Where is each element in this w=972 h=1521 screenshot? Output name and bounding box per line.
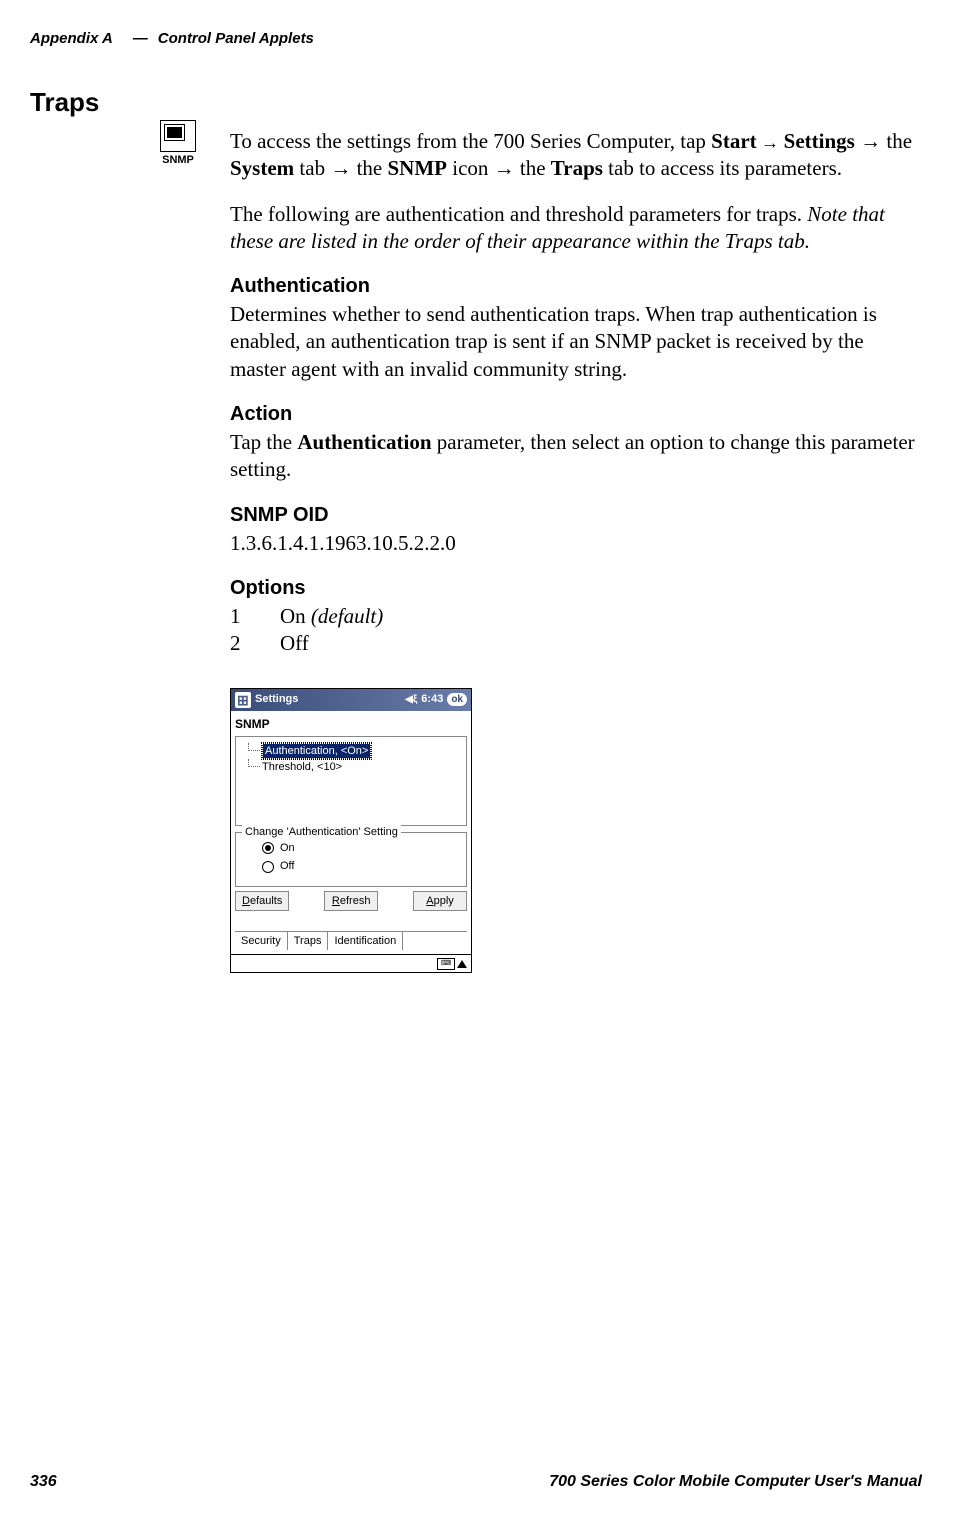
options-heading: Options xyxy=(230,575,922,601)
option-row: 2 Off xyxy=(230,630,922,657)
header-appendix: Appendix A xyxy=(30,30,113,47)
radio-icon[interactable] xyxy=(262,861,274,873)
snmp-icon-label: SNMP xyxy=(162,154,194,166)
refresh-button[interactable]: Refresh xyxy=(324,891,378,911)
page-header: Appendix A — Control Panel Applets xyxy=(30,30,922,47)
snmp-applet-icon: SNMP xyxy=(160,120,196,166)
tab-identification[interactable]: Identification xyxy=(328,932,403,950)
action-heading: Action xyxy=(230,401,922,427)
radio-icon[interactable] xyxy=(262,842,274,854)
page-number: 336 xyxy=(30,1473,57,1491)
group-legend: Change 'Authentication' Setting xyxy=(242,825,401,839)
window-title: Settings xyxy=(255,692,405,706)
authentication-body: Determines whether to send authenticatio… xyxy=(230,301,922,383)
settings-screenshot: Settings ◀ξ 6:43 ok SNMP Authentication,… xyxy=(230,688,472,974)
tab-traps[interactable]: Traps xyxy=(288,931,329,950)
speaker-icon[interactable]: ◀ξ xyxy=(405,693,417,706)
defaults-button[interactable]: Defaults xyxy=(235,891,289,911)
section-title: Traps xyxy=(30,87,922,118)
tab-security[interactable]: Security xyxy=(235,932,288,950)
oid-value: 1.3.6.1.4.1.1963.10.5.2.2.0 xyxy=(230,530,922,557)
apply-button[interactable]: Apply xyxy=(413,891,467,911)
change-setting-group: Change 'Authentication' Setting On Off xyxy=(235,832,467,887)
applet-title: SNMP xyxy=(235,715,467,737)
keyboard-icon[interactable]: ⌨ xyxy=(437,958,455,970)
page-footer: 336 700 Series Color Mobile Computer Use… xyxy=(30,1473,922,1491)
option-row: 1 On (default) xyxy=(230,603,922,630)
content-body: To access the settings from the 700 Seri… xyxy=(230,128,922,973)
header-dash: — xyxy=(133,30,148,47)
clock: 6:43 xyxy=(421,692,443,706)
parameter-tree[interactable]: Authentication, <On> Threshold, <10> xyxy=(235,736,467,826)
start-icon[interactable] xyxy=(235,692,251,708)
action-body: Tap the Authentication parameter, then s… xyxy=(230,429,922,484)
radio-off[interactable]: Off xyxy=(262,859,460,873)
tab-bar: Security Traps Identification xyxy=(235,931,467,950)
ok-button[interactable]: ok xyxy=(447,693,467,706)
options-list: 1 On (default) 2 Off xyxy=(230,603,922,658)
tree-item-authentication[interactable]: Authentication, <On> xyxy=(248,743,462,759)
option-num: 2 xyxy=(230,630,280,657)
authentication-heading: Authentication xyxy=(230,273,922,299)
option-label: Off xyxy=(280,630,309,657)
option-num: 1 xyxy=(230,603,280,630)
up-arrow-icon[interactable] xyxy=(457,960,467,968)
manual-title: 700 Series Color Mobile Computer User's … xyxy=(549,1473,922,1491)
intro-paragraph: To access the settings from the 700 Seri… xyxy=(230,128,922,183)
oid-heading: SNMP OID xyxy=(230,502,922,528)
option-label: On (default) xyxy=(280,603,383,630)
sip-bar: ⌨ xyxy=(231,954,471,972)
window-titlebar: Settings ◀ξ 6:43 ok xyxy=(231,689,471,711)
note-paragraph: The following are authentication and thr… xyxy=(230,201,922,256)
snmp-icon xyxy=(160,120,196,152)
tree-item-threshold[interactable]: Threshold, <10> xyxy=(248,759,462,775)
header-title: Control Panel Applets xyxy=(158,30,314,47)
radio-on[interactable]: On xyxy=(262,841,460,855)
